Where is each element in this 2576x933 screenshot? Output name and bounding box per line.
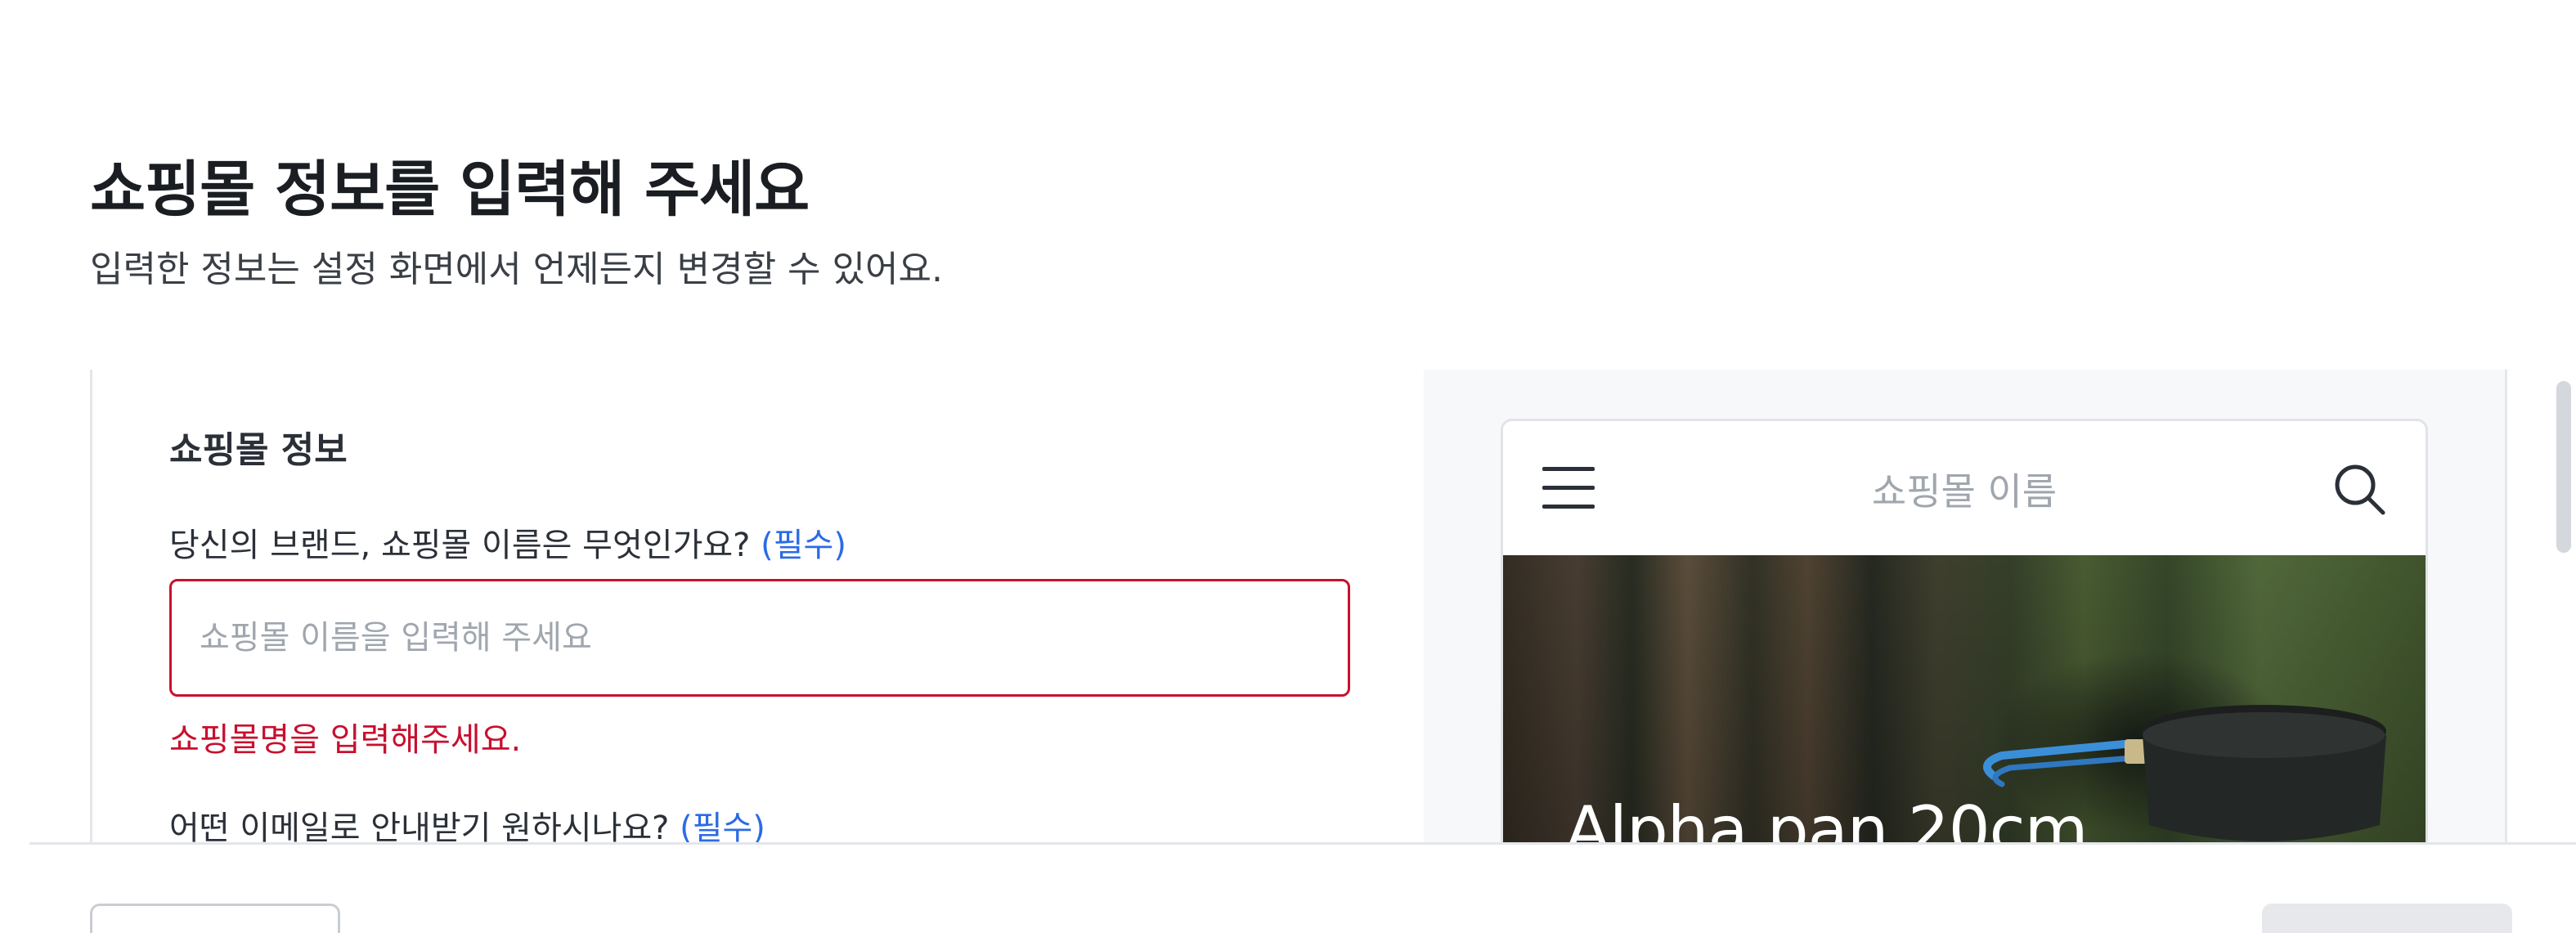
required-tag: (필수) xyxy=(680,810,765,844)
search-icon xyxy=(2335,464,2385,515)
preview-hero-image: Alpha pan 20cm xyxy=(1503,555,2426,844)
preview-hero-title: Alpha pan 20cm xyxy=(1565,792,2089,844)
shop-name-input[interactable] xyxy=(169,579,1350,697)
phone-preview: 쇼핑몰 이름 Alpha pan 20cm xyxy=(1501,419,2428,844)
shop-info-card: 쇼핑몰 정보 당신의 브랜드, 쇼핑몰 이름은 무엇인가요? (필수) 쇼핑몰명… xyxy=(90,370,2507,844)
onboarding-page: 쇼핑몰 정보를 입력해 주세요 입력한 정보는 설정 화면에서 언제든지 변경할… xyxy=(0,0,2576,933)
footer-divider xyxy=(29,842,2576,845)
preview-header: 쇼핑몰 이름 xyxy=(1503,421,2426,555)
page-title: 쇼핑몰 정보를 입력해 주세요 xyxy=(90,155,810,225)
section-title: 쇼핑몰 정보 xyxy=(169,429,348,471)
scrollbar-thumb[interactable] xyxy=(2556,381,2571,553)
mobile-preview-panel: 쇼핑몰 이름 Alpha pan 20cm xyxy=(1424,370,2505,844)
email-label: 어떤 이메일로 안내받기 원하시나요? (필수) xyxy=(169,801,765,844)
previous-button[interactable] xyxy=(90,904,340,933)
shop-name-label: 당신의 브랜드, 쇼핑몰 이름은 무엇인가요? (필수) xyxy=(169,518,846,566)
preview-mall-name: 쇼핑몰 이름 xyxy=(1871,469,2058,514)
required-tag: (필수) xyxy=(761,527,846,564)
email-label-text: 어떤 이메일로 안내받기 원하시나요? xyxy=(169,810,670,844)
shop-name-label-text: 당신의 브랜드, 쇼핑몰 이름은 무엇인가요? xyxy=(169,527,751,564)
shop-name-error: 쇼핑몰명을 입력해주세요. xyxy=(169,721,522,759)
page-subtitle: 입력한 정보는 설정 화면에서 언제든지 변경할 수 있어요. xyxy=(90,249,943,290)
next-button[interactable] xyxy=(2262,904,2512,933)
form-panel: 쇼핑몰 정보 당신의 브랜드, 쇼핑몰 이름은 무엇인가요? (필수) 쇼핑몰명… xyxy=(92,370,1424,844)
